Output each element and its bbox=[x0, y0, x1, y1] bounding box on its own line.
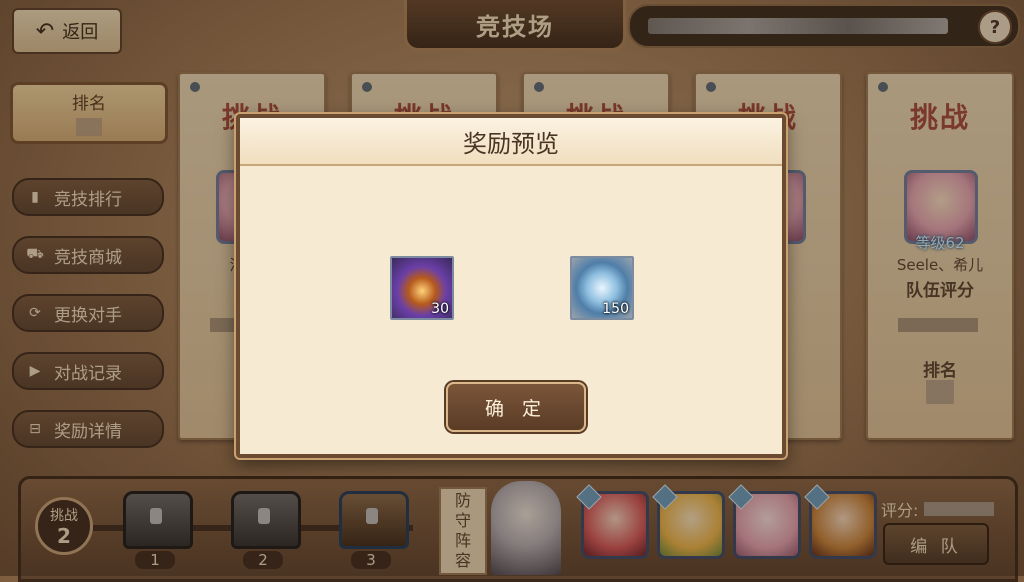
pin-icon bbox=[878, 82, 888, 92]
team-score: 评分: bbox=[881, 497, 995, 521]
opponent-rank-blurred bbox=[926, 380, 954, 404]
confirm-button[interactable]: 确 定 bbox=[446, 382, 586, 432]
side-item-ranking[interactable]: ▮ 竞技排行 bbox=[12, 178, 164, 216]
reward-quantity: 150 bbox=[602, 301, 629, 317]
side-item-reward-details[interactable]: ⊟ 奖励详情 bbox=[12, 410, 164, 448]
pin-icon bbox=[190, 82, 200, 92]
pin-icon bbox=[534, 82, 544, 92]
gift-icon: ⊟ bbox=[29, 421, 41, 437]
page-title: 竞技场 bbox=[404, 0, 626, 51]
chest-icon[interactable] bbox=[123, 491, 193, 549]
side-item-label: 对战记录 bbox=[54, 363, 122, 384]
opponent-name: Seele、希儿 bbox=[896, 256, 984, 274]
rank-value-blurred bbox=[76, 118, 102, 136]
defense-char: 容 bbox=[454, 551, 471, 570]
help-button[interactable]: ? bbox=[978, 10, 1012, 44]
back-arrow-icon: ↶ bbox=[35, 18, 55, 44]
challenge-label: 挑战 bbox=[50, 508, 78, 524]
element-badge-icon bbox=[728, 484, 754, 510]
pin-icon bbox=[362, 82, 372, 92]
hero-portrait[interactable] bbox=[576, 484, 649, 559]
back-button[interactable]: ↶ 返回 bbox=[12, 8, 122, 54]
cart-icon: ⛟ bbox=[26, 246, 44, 262]
team-score-label: 队伍评分 bbox=[906, 281, 974, 301]
card-head: 挑战 bbox=[909, 101, 970, 134]
rank-banner: 排名 bbox=[10, 82, 168, 144]
purple-crystal-icon[interactable]: 30 bbox=[390, 256, 454, 320]
team-score-blurred bbox=[924, 502, 995, 516]
opponent-level: 等级62 bbox=[915, 234, 965, 252]
side-item-shop[interactable]: ⛟ 竞技商城 bbox=[12, 236, 164, 274]
side-item-label: 奖励详情 bbox=[54, 421, 122, 442]
challenge-count: 2 bbox=[57, 524, 71, 548]
chest-icon[interactable] bbox=[339, 491, 409, 549]
chest-number: 1 bbox=[135, 551, 175, 569]
hero-portrait[interactable] bbox=[728, 484, 801, 559]
defense-char: 防 bbox=[454, 491, 471, 510]
side-item-battle-log[interactable]: ▶ 对战记录 bbox=[12, 352, 164, 390]
element-badge-icon bbox=[804, 484, 830, 510]
side-item-label: 更换对手 bbox=[54, 305, 122, 326]
team-score-blurred bbox=[898, 318, 978, 332]
element-badge-icon bbox=[652, 484, 678, 510]
chest-number: 2 bbox=[243, 551, 283, 569]
play-icon: ▶ bbox=[29, 363, 41, 379]
edit-team-button[interactable]: 编 队 bbox=[883, 523, 989, 565]
leader-portrait bbox=[491, 481, 561, 575]
side-item-label: 竞技排行 bbox=[54, 189, 122, 210]
side-item-label: 竞技商城 bbox=[54, 247, 122, 268]
bar-chart-icon: ▮ bbox=[31, 189, 39, 205]
account-bar: ? bbox=[628, 4, 1020, 48]
challenge-count-badge: 挑战 2 bbox=[35, 497, 93, 555]
back-label: 返回 bbox=[62, 22, 99, 43]
refresh-icon: ⟳ bbox=[29, 305, 41, 321]
opponent-rank-label: 排名 bbox=[923, 361, 957, 381]
pin-icon bbox=[706, 82, 716, 92]
silver-coin-icon[interactable]: 150 bbox=[570, 256, 634, 320]
lock-icon bbox=[366, 508, 378, 524]
lock-icon bbox=[258, 508, 270, 524]
side-menu: ▮ 竞技排行 ⛟ 竞技商城 ⟳ 更换对手 ▶ 对战记录 ⊟ 奖励详情 bbox=[12, 178, 164, 468]
account-info-blurred bbox=[648, 18, 948, 34]
bottom-panel: 挑战 2 1 2 3 防 守 阵 容 评分: 编 队 bbox=[18, 476, 1018, 582]
challenge-card[interactable]: 挑战 等级62 Seele、希儿 队伍评分 排名 bbox=[866, 72, 1014, 440]
defense-lineup-tag: 防 守 阵 容 bbox=[439, 487, 487, 575]
lock-icon bbox=[150, 508, 162, 524]
team-score-label: 评分: bbox=[881, 501, 919, 520]
hero-portrait[interactable] bbox=[652, 484, 725, 559]
chest-icon[interactable] bbox=[231, 491, 301, 549]
rank-label: 排名 bbox=[72, 94, 106, 114]
defense-char: 阵 bbox=[454, 531, 471, 550]
defense-char: 守 bbox=[454, 511, 471, 530]
element-badge-icon bbox=[576, 484, 602, 510]
dialog-title: 奖励预览 bbox=[240, 118, 782, 166]
reward-quantity: 30 bbox=[431, 301, 449, 317]
chest-number: 3 bbox=[351, 551, 391, 569]
hero-portrait[interactable] bbox=[804, 484, 877, 559]
side-item-change-opponent[interactable]: ⟳ 更换对手 bbox=[12, 294, 164, 332]
reward-preview-dialog: 奖励预览 30 150 确 定 bbox=[236, 114, 786, 458]
